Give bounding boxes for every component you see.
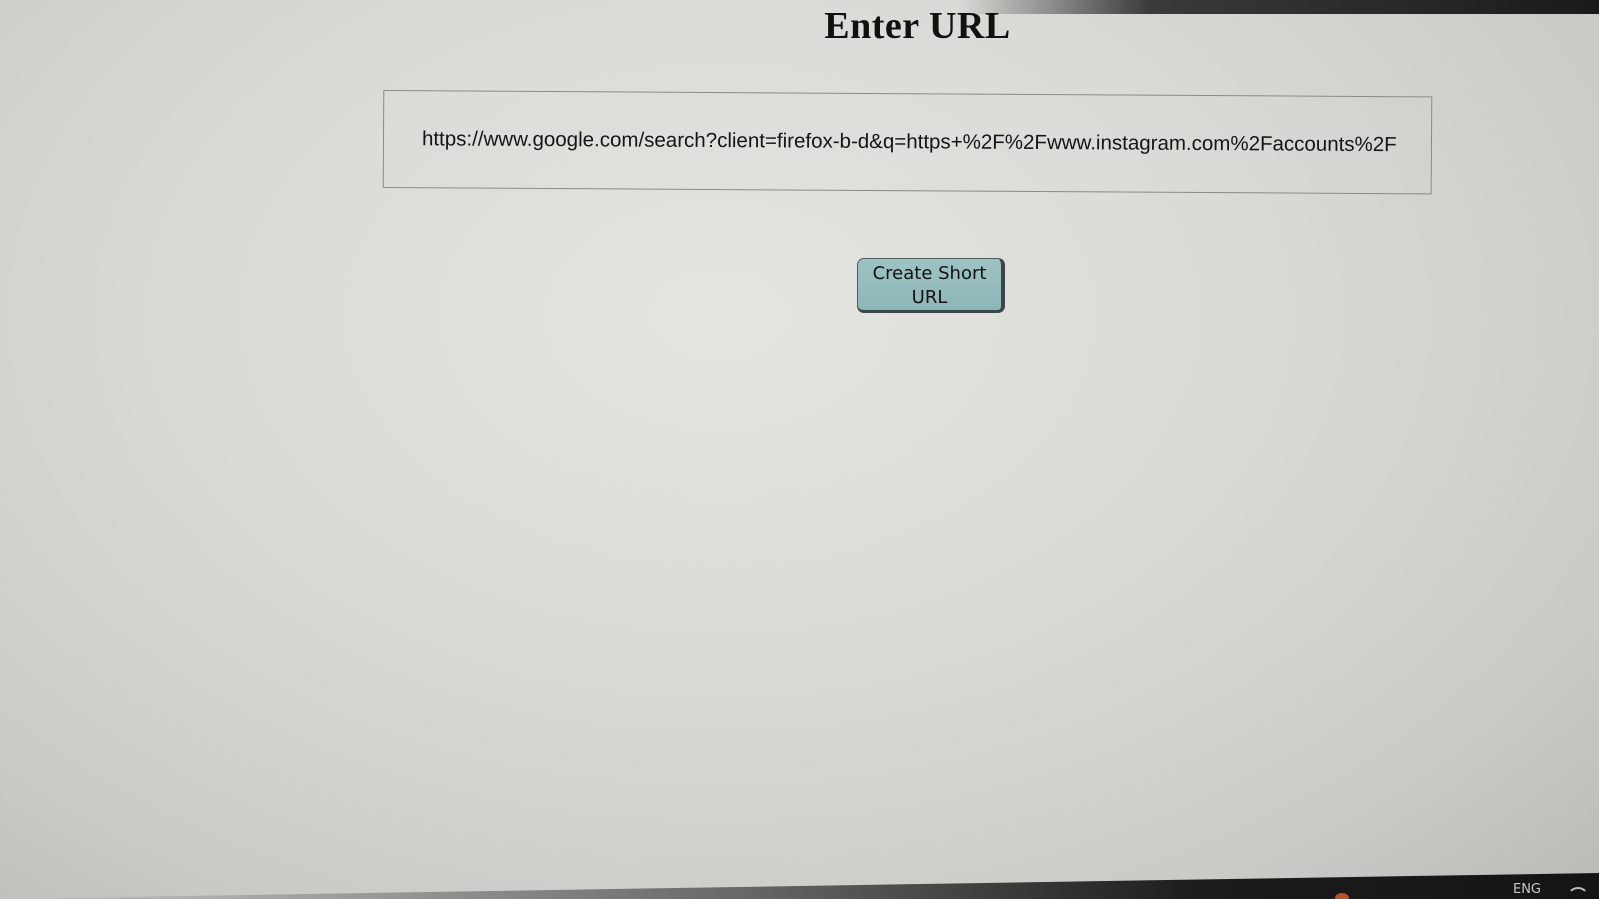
create-button-label-line1: Create Short — [872, 262, 987, 284]
url-input[interactable] — [382, 90, 1433, 195]
page-title: Enter URL — [824, 5, 1011, 47]
wifi-icon[interactable] — [1567, 885, 1587, 899]
taskbar-tray: ENG — [0, 873, 1599, 899]
app-icon[interactable] — [1335, 893, 1349, 899]
create-short-url-button[interactable]: Create Short URL — [857, 258, 1005, 313]
create-button-label-line2: URL — [911, 286, 948, 308]
language-indicator[interactable]: ENG — [1513, 882, 1541, 897]
